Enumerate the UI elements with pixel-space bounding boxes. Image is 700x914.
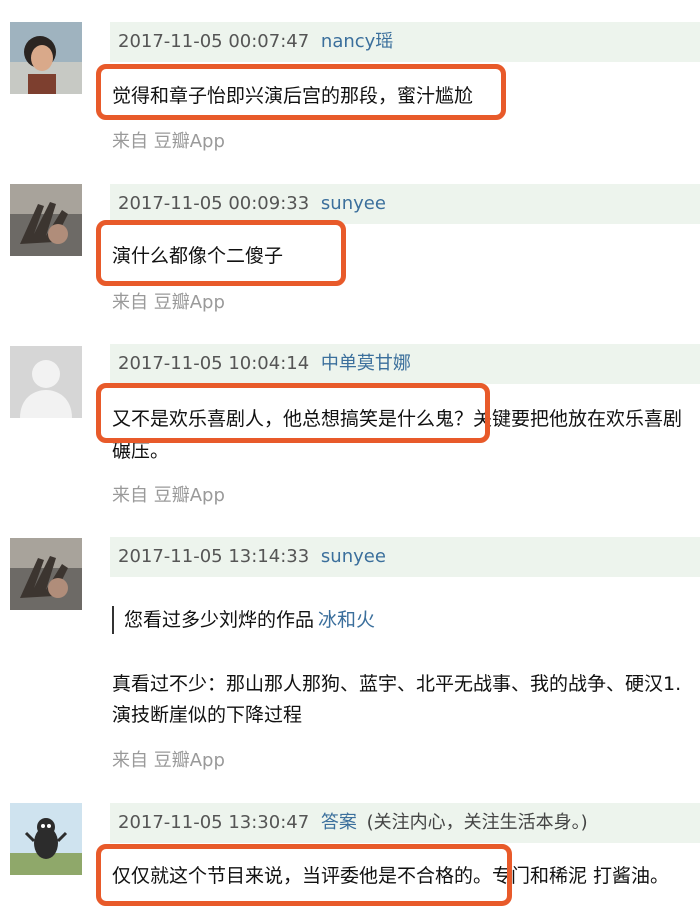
user-avatar[interactable]	[10, 538, 82, 610]
quote-text: 您看过多少刘烨的作品	[124, 609, 315, 631]
comment-source[interactable]: 来自 豆瓣App	[112, 289, 225, 317]
highlight-box	[96, 844, 512, 906]
comment-username[interactable]: nancy瑶	[321, 31, 393, 52]
user-avatar[interactable]	[10, 22, 82, 94]
comment-meta: 2017-11-05 10:04:14 中单莫甘娜	[110, 344, 700, 384]
highlight-box	[96, 383, 490, 443]
avatar-photo-hand-icon	[10, 184, 82, 256]
comment-meta: 2017-11-05 13:14:33 sunyee	[110, 537, 700, 577]
comment-text-continued: 演技断崖似的下降过程	[112, 704, 303, 726]
comment-time: 2017-11-05 13:30:47	[118, 812, 310, 833]
user-avatar[interactable]	[10, 346, 82, 418]
comment-meta: 2017-11-05 13:30:47 答案 (关注内心，关注生活本身。)	[110, 803, 700, 843]
highlight-box	[96, 220, 346, 286]
comment-username[interactable]: sunyee	[321, 546, 386, 567]
avatar-photo-woman-icon	[10, 22, 82, 94]
avatar-default-gray-icon	[10, 346, 82, 418]
comment-username[interactable]: 答案	[321, 812, 357, 833]
comment-time: 2017-11-05 00:09:33	[118, 193, 310, 214]
comment-time: 2017-11-05 10:04:14	[118, 353, 310, 374]
highlight-box	[96, 64, 506, 120]
comment-time: 2017-11-05 00:07:47	[118, 31, 310, 52]
user-avatar[interactable]	[10, 803, 82, 875]
comment-username[interactable]: sunyee	[321, 193, 386, 214]
quoted-comment: 您看过多少刘烨的作品 冰和火	[112, 606, 375, 634]
avatar-photo-hand-icon	[10, 538, 82, 610]
comment-source[interactable]: 来自 豆瓣App	[112, 747, 225, 775]
comment-source[interactable]: 来自 豆瓣App	[112, 482, 225, 510]
comment-username[interactable]: 中单莫甘娜	[321, 353, 411, 374]
comment-meta: 2017-11-05 00:09:33 sunyee	[110, 184, 700, 224]
user-signature: (关注内心，关注生活本身。)	[366, 812, 588, 833]
quote-username[interactable]: 冰和火	[318, 609, 375, 631]
comment-meta: 2017-11-05 00:07:47 nancy瑶	[110, 22, 700, 62]
comment-time: 2017-11-05 13:14:33	[118, 546, 310, 567]
user-avatar[interactable]	[10, 184, 82, 256]
comment-text: 真看过不少：那山那人那狗、蓝宇、北平无战事、我的战争、硬汉1.	[112, 673, 682, 695]
avatar-cartoon-cat-icon	[10, 803, 82, 875]
comment-source[interactable]: 来自 豆瓣App	[112, 128, 225, 156]
